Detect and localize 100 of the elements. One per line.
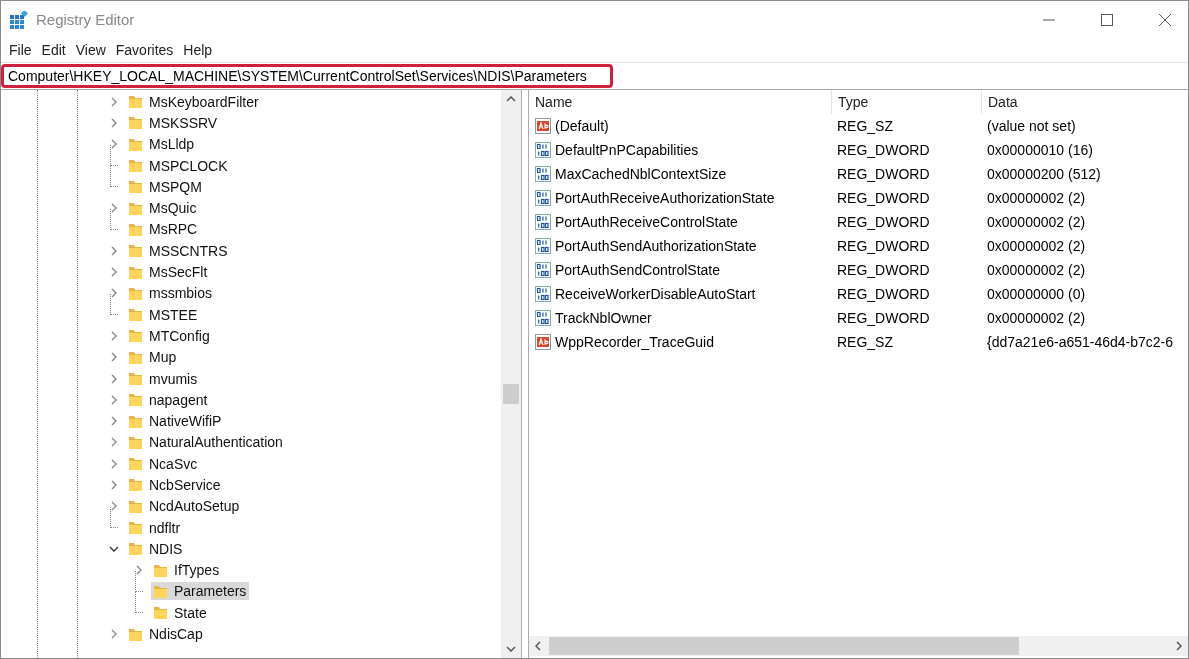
menu-item[interactable]: File [4, 42, 37, 58]
tree-item[interactable]: ndfltr [126, 518, 184, 537]
folder-icon [128, 371, 143, 386]
value-type: REG_SZ [836, 334, 894, 350]
binary-value-icon [535, 166, 551, 182]
vertical-scrollbar[interactable] [501, 90, 521, 658]
column-header[interactable]: Type [831, 90, 981, 114]
folder-icon [153, 605, 168, 621]
tree-item[interactable]: IfTypes [151, 561, 223, 580]
folder-icon [128, 349, 143, 365]
folder-icon [128, 115, 143, 131]
tree-item[interactable]: MSSCNTRS [126, 241, 231, 260]
value-name[interactable]: (Default) [555, 118, 609, 134]
scroll-right-icon[interactable] [1176, 641, 1182, 651]
tree-item[interactable]: Parameters [151, 582, 250, 601]
folder-icon [153, 562, 168, 578]
tree-item[interactable]: NcbService [126, 476, 224, 494]
value-name[interactable]: MaxCachedNblContextSize [555, 166, 727, 182]
tree-item[interactable]: Mup [126, 348, 180, 367]
tree-item[interactable]: MTConfig [126, 326, 213, 345]
folder-icon [128, 456, 143, 472]
tree-item[interactable]: MSPQM [126, 177, 205, 196]
binary-value-icon [535, 238, 551, 254]
tree-item[interactable]: MSKSSRV [126, 113, 221, 132]
menu-item[interactable]: Help [178, 42, 218, 58]
binary-value-icon [535, 310, 551, 326]
value-name[interactable]: ReceiveWorkerDisableAutoStart [555, 286, 756, 302]
column-header[interactable]: Name [529, 90, 831, 114]
folder-icon [128, 626, 143, 642]
value-name[interactable]: DefaultPnPCapabilities [555, 142, 699, 158]
tree-item[interactable]: NativeWifiP [126, 412, 225, 431]
value-data: 0x00000002 (2) [986, 214, 1087, 230]
value-name[interactable]: PortAuthReceiveControlState [555, 214, 738, 230]
value-data: 0x00000010 (16) [986, 142, 1094, 158]
tree-item[interactable]: MSTEE [126, 305, 201, 324]
tree-item[interactable]: MsRPC [126, 220, 201, 239]
scroll-down-icon[interactable] [506, 646, 516, 652]
value-type: REG_DWORD [836, 214, 931, 230]
folder-icon [128, 136, 143, 152]
menu-item[interactable]: Favorites [110, 42, 179, 58]
text-value-icon [535, 118, 551, 134]
value-type: REG_DWORD [836, 166, 931, 182]
value-data: (value not set) [986, 118, 1077, 134]
tree-item[interactable]: MsSecFlt [126, 263, 211, 281]
binary-value-icon [535, 286, 551, 302]
value-name[interactable]: PortAuthSendControlState [555, 262, 720, 278]
window-title: Registry Editor [36, 11, 135, 28]
value-type: REG_DWORD [836, 238, 931, 254]
folder-icon [128, 200, 143, 216]
folder-icon [128, 434, 143, 450]
folder-icon [128, 307, 143, 323]
horizontal-scrollbar[interactable] [529, 636, 1188, 656]
tree-item[interactable]: NaturalAuthentication [126, 433, 286, 452]
text-value-icon [535, 334, 551, 350]
value-type: REG_DWORD [836, 190, 931, 206]
value-data: {dd7a21e6-a651-46d4-b7c2-6 [986, 334, 1175, 350]
folder-icon [128, 285, 143, 301]
menu-item[interactable]: Edit [36, 42, 71, 58]
tree-item[interactable]: NDIS [126, 539, 186, 558]
tree-item[interactable]: NcaSvc [126, 454, 201, 473]
value-data: 0x00000002 (2) [986, 190, 1087, 206]
folder-icon [128, 94, 143, 110]
value-type: REG_DWORD [836, 310, 931, 326]
binary-value-icon [535, 214, 551, 230]
folder-icon [128, 392, 143, 408]
scrollbar-thumb[interactable] [503, 384, 519, 404]
value-data: 0x00000200 (512) [986, 166, 1102, 182]
value-name[interactable]: TrackNblOwner [555, 310, 652, 326]
menu-item[interactable]: View [70, 42, 111, 58]
value-name[interactable]: WppRecorder_TraceGuid [555, 334, 714, 350]
tree-item[interactable]: MsLldp [126, 135, 198, 154]
value-data: 0x00000000 (0) [986, 286, 1087, 302]
tree-item[interactable]: MsKeyboardFilter [126, 92, 262, 111]
folder-icon [128, 158, 143, 174]
tree-item[interactable]: State [151, 603, 210, 622]
value-name[interactable]: PortAuthReceiveAuthorizationState [555, 190, 775, 206]
tree-item[interactable]: mvumis [126, 369, 201, 388]
folder-icon [128, 243, 143, 259]
scroll-left-icon[interactable] [535, 641, 541, 651]
folder-icon [128, 520, 143, 536]
tree-item[interactable]: MSPCLOCK [126, 156, 231, 175]
tree-item[interactable]: MsQuic [126, 199, 200, 218]
app-grid-icon [10, 10, 28, 29]
tree-item[interactable]: napagent [126, 390, 211, 409]
folder-icon [128, 328, 143, 344]
folder-icon [128, 541, 143, 557]
folder-icon [128, 221, 143, 237]
scroll-up-icon[interactable] [506, 96, 516, 102]
tree-item[interactable]: NcdAutoSetup [126, 497, 243, 516]
folder-icon [128, 413, 143, 429]
value-type: REG_SZ [836, 118, 894, 134]
folder-icon [128, 477, 143, 493]
value-type: REG_DWORD [836, 142, 931, 158]
binary-value-icon [535, 190, 551, 206]
value-name[interactable]: PortAuthSendAuthorizationState [555, 238, 757, 254]
scrollbar-thumb[interactable] [549, 637, 1020, 655]
tree-item[interactable]: mssmbios [126, 284, 215, 303]
tree-item[interactable]: NdisCap [126, 625, 206, 644]
column-header[interactable]: Data [981, 90, 1188, 114]
address-field[interactable]: Computer\HKEY_LOCAL_MACHINE\SYSTEM\CurrentControlSet\Services\NDIS\Parameters [1, 64, 613, 88]
